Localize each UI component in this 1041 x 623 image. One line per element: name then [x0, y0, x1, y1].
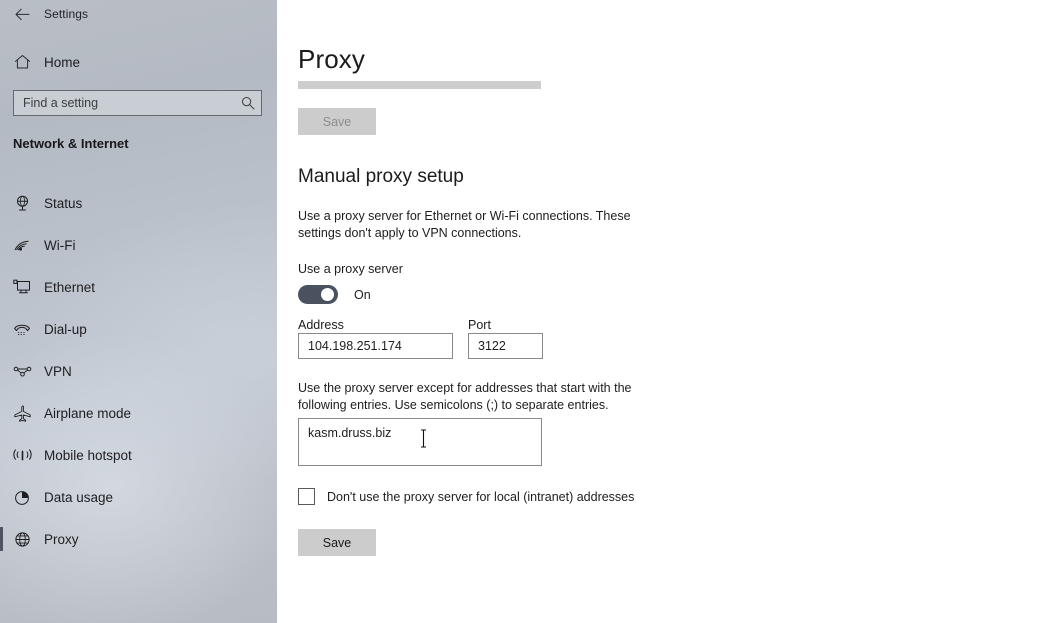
proxy-globe-icon	[0, 531, 44, 548]
page-title: Proxy	[298, 44, 365, 74]
settings-window: Settings Home Network & Internet	[0, 0, 1041, 623]
sidebar-item-label: VPN	[44, 363, 72, 379]
toggle-knob	[321, 288, 334, 301]
bypass-local-addresses-row[interactable]: Don't use the proxy server for local (in…	[298, 488, 634, 505]
save-button-top[interactable]: Save	[298, 108, 376, 135]
ethernet-icon	[0, 279, 44, 295]
sidebar-item-proxy[interactable]: Proxy	[0, 518, 277, 560]
window-title: Settings	[44, 7, 89, 21]
search-icon	[235, 91, 261, 115]
selection-accent	[0, 275, 3, 299]
manual-proxy-description: Use a proxy server for Ethernet or Wi-Fi…	[298, 209, 631, 240]
sidebar-nav: Status Wi-Fi Ethernet Dial-up VPN Airpla…	[0, 182, 277, 560]
sidebar-item-mobile-hotspot[interactable]: Mobile hotspot	[0, 434, 277, 476]
sidebar-item-data-usage[interactable]: Data usage	[0, 476, 277, 518]
sidebar-item-vpn[interactable]: VPN	[0, 350, 277, 392]
selection-accent	[0, 485, 3, 509]
sidebar-item-airplane-mode[interactable]: Airplane mode	[0, 392, 277, 434]
hotspot-icon	[0, 447, 44, 463]
proxy-exceptions-input[interactable]: kasm.druss.biz	[298, 418, 542, 466]
airplane-icon	[0, 404, 44, 422]
exceptions-description: Use the proxy server except for addresse…	[298, 381, 632, 412]
sidebar-item-dialup[interactable]: Dial-up	[0, 308, 277, 350]
selection-accent	[0, 317, 3, 341]
address-input[interactable]	[298, 333, 453, 359]
sidebar-item-home[interactable]: Home	[0, 48, 277, 76]
wifi-icon	[0, 238, 44, 253]
search-box[interactable]	[13, 90, 262, 116]
titlebar-left: Settings	[0, 0, 277, 28]
sidebar-home-label: Home	[44, 54, 81, 70]
loading-placeholder-bar	[298, 81, 541, 89]
selection-accent	[0, 401, 3, 425]
vpn-icon	[0, 365, 44, 378]
sidebar-item-label: Dial-up	[44, 321, 87, 337]
sidebar-item-label: Ethernet	[44, 279, 96, 295]
dialup-phone-icon	[0, 321, 44, 337]
selection-accent	[0, 191, 3, 215]
back-button[interactable]	[0, 0, 44, 28]
data-usage-pie-icon	[0, 489, 44, 506]
sidebar-item-label: Status	[44, 195, 83, 211]
selection-accent	[0, 527, 3, 551]
sidebar-item-label: Airplane mode	[44, 405, 132, 421]
address-label: Address	[298, 318, 344, 332]
selection-accent	[0, 443, 3, 467]
toggle-state-label: On	[354, 287, 371, 302]
status-globe-icon	[0, 195, 44, 212]
back-arrow-icon	[15, 8, 30, 21]
sidebar-item-label: Data usage	[44, 489, 114, 505]
bypass-local-label: Don't use the proxy server for local (in…	[327, 489, 635, 504]
search-input[interactable]	[14, 91, 235, 115]
home-icon	[0, 54, 44, 70]
port-label: Port	[468, 318, 491, 332]
sidebar-category-heading: Network & Internet	[13, 136, 129, 151]
selection-accent	[0, 233, 3, 257]
use-proxy-server-toggle[interactable]	[298, 285, 338, 304]
sidebar-item-ethernet[interactable]: Ethernet	[0, 266, 277, 308]
sidebar-item-label: Wi-Fi	[44, 237, 76, 253]
sidebar-item-status[interactable]: Status	[0, 182, 277, 224]
bypass-local-checkbox[interactable]	[298, 488, 315, 505]
use-proxy-server-toggle-row: On	[298, 285, 371, 304]
sidebar-item-label: Proxy	[44, 531, 79, 547]
manual-proxy-setup-heading: Manual proxy setup	[298, 166, 464, 187]
port-input[interactable]	[468, 333, 543, 359]
sidebar-item-label: Mobile hotspot	[44, 447, 132, 463]
selection-accent	[0, 359, 3, 383]
main-content: Proxy Save Manual proxy setup Use a prox…	[277, 0, 1041, 623]
sidebar: Settings Home Network & Internet	[0, 0, 277, 623]
use-proxy-server-label: Use a proxy server	[298, 262, 403, 276]
save-button-bottom[interactable]: Save	[298, 529, 376, 556]
sidebar-item-wifi[interactable]: Wi-Fi	[0, 224, 277, 266]
